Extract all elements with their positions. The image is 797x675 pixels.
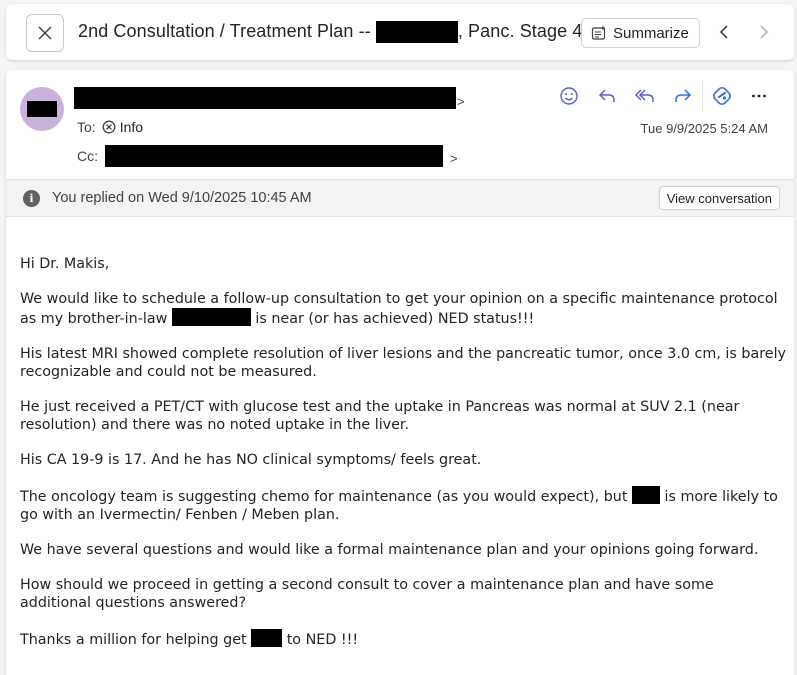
blocked-circle-icon [102,120,116,134]
paragraph-7: How should we proceed in getting a secon… [20,577,714,611]
more-actions-button[interactable] [740,82,778,110]
greeting: Hi Dr. Makis, [20,256,110,272]
summarize-label: Summarize [613,24,689,42]
paragraph-5: The oncology team is suggesting chemo fo… [20,486,788,524]
redacted-name [251,629,283,647]
replied-info-text: You replied on Wed 9/10/2025 10:45 AM [52,190,312,206]
paragraph-8-a: Thanks a million for helping get [20,632,252,648]
reply-all-button[interactable] [626,82,664,110]
replied-info-bar: i You replied on Wed 9/10/2025 10:45 AM … [6,179,794,217]
redacted-sender[interactable] [74,87,456,109]
to-label: To: [77,119,96,135]
message-body: Hi Dr. Makis, We would like to schedule … [20,255,788,666]
cc-label: Cc: [77,148,98,164]
forward-button[interactable] [664,82,702,110]
paragraph-8: Thanks a million for helping get to NED … [20,629,788,649]
paragraph-3: He just received a PET/CT with glucose t… [20,399,740,433]
reply-all-icon [634,89,654,102]
loop-button[interactable] [702,82,740,110]
sent-date: Tue 9/9/2025 5:24 AM [640,121,768,136]
redacted-initials [27,101,57,117]
paragraph-1: We would like to schedule a follow-up co… [20,290,788,328]
view-conversation-button[interactable]: View conversation [658,186,780,210]
to-recipient-name: Info [119,119,144,135]
summarize-icon [591,25,606,40]
message-card: > To: Info Tue 9/9/2025 5:24 AM Cc: > i … [6,70,794,675]
message-actions [550,82,778,110]
cc-suffix: > [450,150,458,166]
reply-button[interactable] [588,82,626,110]
redacted-cc-recipient[interactable] [105,145,443,167]
reading-pane-header: 2nd Consultation / Treatment Plan -- , P… [6,4,794,60]
loop-icon [712,86,731,106]
forward-icon [675,89,692,102]
more-icon [752,94,766,98]
sender-row: > [74,86,465,110]
paragraph-1-b: is near (or has achieved) NED status!!! [250,311,535,327]
close-button[interactable] [26,14,64,52]
chevron-left-icon [719,25,728,39]
subject-suffix: , Panc. Stage 4 [457,21,583,41]
subject-prefix: 2nd Consultation / Treatment Plan -- [78,21,376,41]
redacted-name [171,308,251,326]
avatar[interactable] [20,87,64,131]
email-subject: 2nd Consultation / Treatment Plan -- , P… [78,21,583,44]
paragraph-6: We have several questions and would like… [20,542,759,558]
previous-item-button[interactable] [712,20,736,44]
cc-row: Cc: > [77,145,458,167]
paragraph-2: His latest MRI showed complete resolutio… [20,346,787,380]
paragraph-5-a: The oncology team is suggesting chemo fo… [20,489,632,505]
react-button[interactable] [550,82,588,110]
to-row: To: Info [77,119,143,135]
redacted-name [375,21,458,44]
redacted-name [632,486,660,504]
paragraph-4: His CA 19-9 is 17. And he has NO clinica… [20,452,482,468]
summarize-button[interactable]: Summarize [581,18,700,48]
reply-icon [598,89,615,102]
sender-suffix: > [457,93,465,109]
emoji-icon [560,87,578,105]
close-icon [38,26,52,40]
info-icon: i [23,189,40,207]
paragraph-8-b: to NED !!! [282,632,359,648]
next-item-button[interactable] [752,20,776,44]
chevron-right-icon [760,25,769,39]
to-recipient-chip[interactable]: Info [102,119,143,135]
